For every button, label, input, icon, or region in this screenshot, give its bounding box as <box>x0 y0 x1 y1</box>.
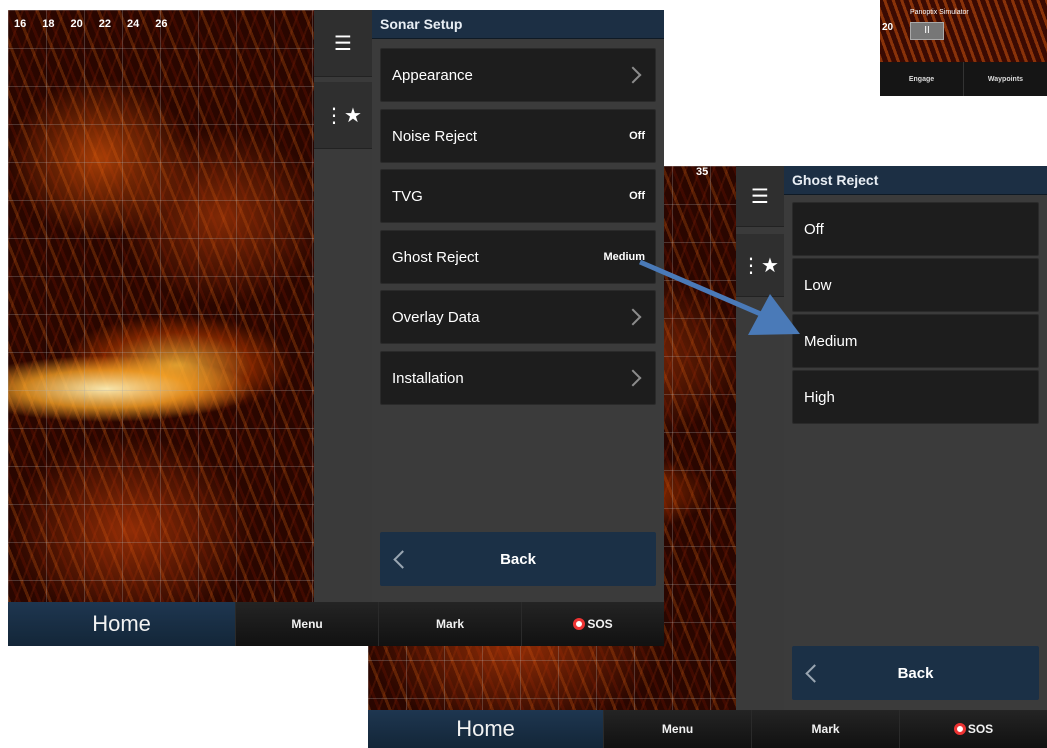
chevron-left-icon <box>393 549 412 569</box>
inset-depth-label: 20 <box>882 22 894 33</box>
menu-tab[interactable]: Menu <box>235 602 379 646</box>
sos-tab[interactable]: SOS <box>521 602 664 646</box>
star-list-icon: ⋮★ <box>741 254 779 277</box>
inset-tab-waypoints[interactable]: Waypoints <box>964 62 1047 96</box>
menu-item-value: Medium <box>603 251 645 263</box>
option-label: High <box>804 388 835 406</box>
depth-tick: 16 <box>14 18 27 30</box>
menu-item-label: Appearance <box>392 66 473 84</box>
option-label: Low <box>804 276 832 294</box>
panel-title: Ghost Reject <box>784 166 1047 195</box>
menu-item-tvg[interactable]: TVG Off <box>380 169 656 223</box>
menu-item-label: Ghost Reject <box>392 248 479 266</box>
option-low[interactable]: Low <box>792 258 1039 312</box>
menu-item-label: Overlay Data <box>392 308 480 326</box>
menu-item-appearance[interactable]: Appearance <box>380 48 656 102</box>
menu-item-value: Off <box>629 130 645 142</box>
hamburger-icon: ☰ <box>751 185 769 208</box>
inset-tab-engage[interactable]: Engage <box>880 62 964 96</box>
lifebuoy-icon <box>573 618 586 630</box>
menu-item-overlay-data[interactable]: Overlay Data <box>380 290 656 344</box>
sos-tab[interactable]: SOS <box>899 710 1047 748</box>
favorites-rail-button[interactable]: ⋮★ <box>314 82 372 149</box>
sonar-view-left: 16 18 20 22 24 26 <box>8 10 314 602</box>
home-tab[interactable]: Home <box>368 710 604 748</box>
back-button[interactable]: Back <box>792 646 1039 700</box>
option-high[interactable]: High <box>792 370 1039 424</box>
simulator-inset: 20 Panoptix Simulator II Engage Waypoint… <box>880 0 1047 96</box>
mark-tab[interactable]: Mark <box>378 602 522 646</box>
back-label: Back <box>897 664 934 682</box>
menu-item-installation[interactable]: Installation <box>380 351 656 405</box>
left-screen: 16 18 20 22 24 26 ☰ ⋮★ Sonar Setup Appea… <box>8 10 664 646</box>
menu-item-noise-reject[interactable]: Noise Reject Off <box>380 109 656 163</box>
chevron-left-icon <box>805 663 824 683</box>
inset-tabs: Engage Waypoints <box>880 62 1047 96</box>
hamburger-icon: ☰ <box>334 32 352 55</box>
home-tab[interactable]: Home <box>8 602 236 646</box>
depth-scale: 16 18 20 22 24 26 <box>14 18 168 30</box>
sonar-setup-panel: Sonar Setup Appearance Noise Reject Off … <box>372 10 664 602</box>
bottom-bar-right: Home Menu Mark SOS <box>368 710 1047 748</box>
menu-item-label: TVG <box>392 187 423 205</box>
depth-tick: 18 <box>42 18 55 30</box>
menu-rail-button[interactable]: ☰ <box>314 10 372 77</box>
back-button[interactable]: Back <box>380 532 656 586</box>
option-off[interactable]: Off <box>792 202 1039 256</box>
menu-item-ghost-reject[interactable]: Ghost Reject Medium <box>380 230 656 284</box>
pause-icon: II <box>924 25 930 36</box>
menu-item-label: Installation <box>392 369 464 387</box>
depth-tick: 22 <box>98 18 111 30</box>
menu-rail-button[interactable]: ☰ <box>736 166 784 227</box>
option-label: Medium <box>804 332 858 350</box>
option-medium[interactable]: Medium <box>792 314 1039 368</box>
lifebuoy-icon <box>953 723 966 735</box>
sonar-grid <box>8 10 314 602</box>
star-list-icon: ⋮★ <box>324 104 362 127</box>
favorites-rail-button[interactable]: ⋮★ <box>736 234 784 297</box>
ghost-reject-panel: Ghost Reject Off Low Medium High Back <box>784 166 1047 710</box>
panel-title: Sonar Setup <box>372 10 664 39</box>
pause-button[interactable]: II <box>910 22 944 40</box>
side-rail-right: ☰ ⋮★ <box>736 166 784 710</box>
depth-tick: 26 <box>155 18 168 30</box>
chevron-right-icon <box>624 369 642 387</box>
bottom-bar-left: Home Menu Mark SOS <box>8 602 664 646</box>
side-rail-left: ☰ ⋮★ <box>314 10 372 602</box>
menu-tab[interactable]: Menu <box>603 710 752 748</box>
mark-tab[interactable]: Mark <box>751 710 900 748</box>
option-label: Off <box>804 220 824 238</box>
chevron-right-icon <box>624 66 642 84</box>
back-label: Back <box>500 550 536 568</box>
depth-tick: 24 <box>127 18 140 30</box>
chevron-right-icon <box>624 308 642 326</box>
menu-item-value: Off <box>629 190 645 202</box>
depth-tick: 20 <box>70 18 83 30</box>
depth-label: 35 <box>696 166 709 178</box>
inset-title: Panoptix Simulator <box>910 9 969 16</box>
menu-item-label: Noise Reject <box>392 127 478 145</box>
